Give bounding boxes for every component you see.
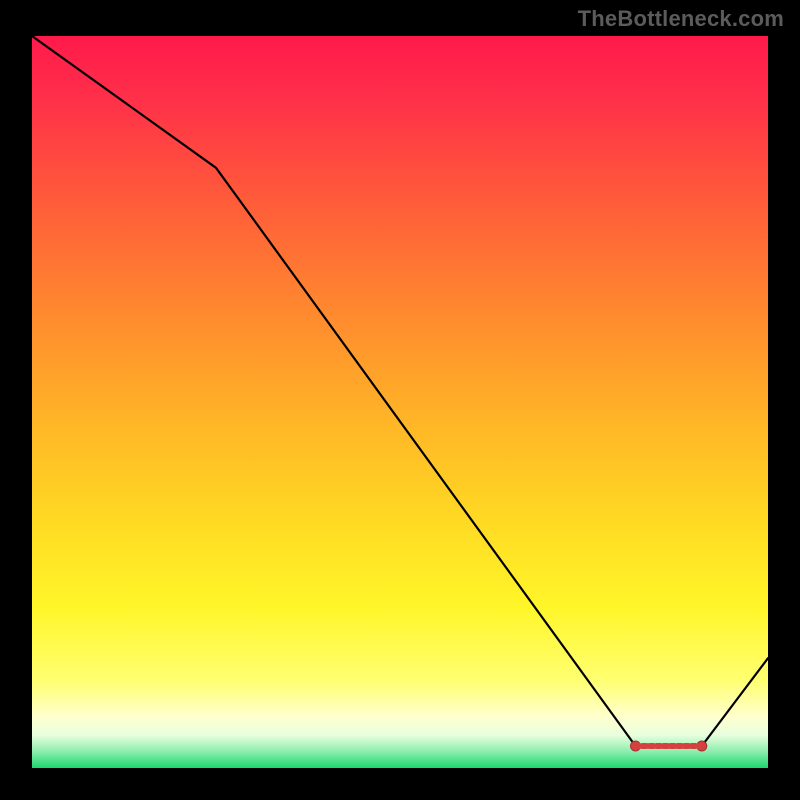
chart-frame: TheBottleneck.com — [0, 0, 800, 800]
plot-area — [32, 36, 768, 768]
watermark-text: TheBottleneck.com — [578, 6, 784, 32]
chart-svg — [32, 36, 768, 768]
gradient-background — [32, 36, 768, 768]
